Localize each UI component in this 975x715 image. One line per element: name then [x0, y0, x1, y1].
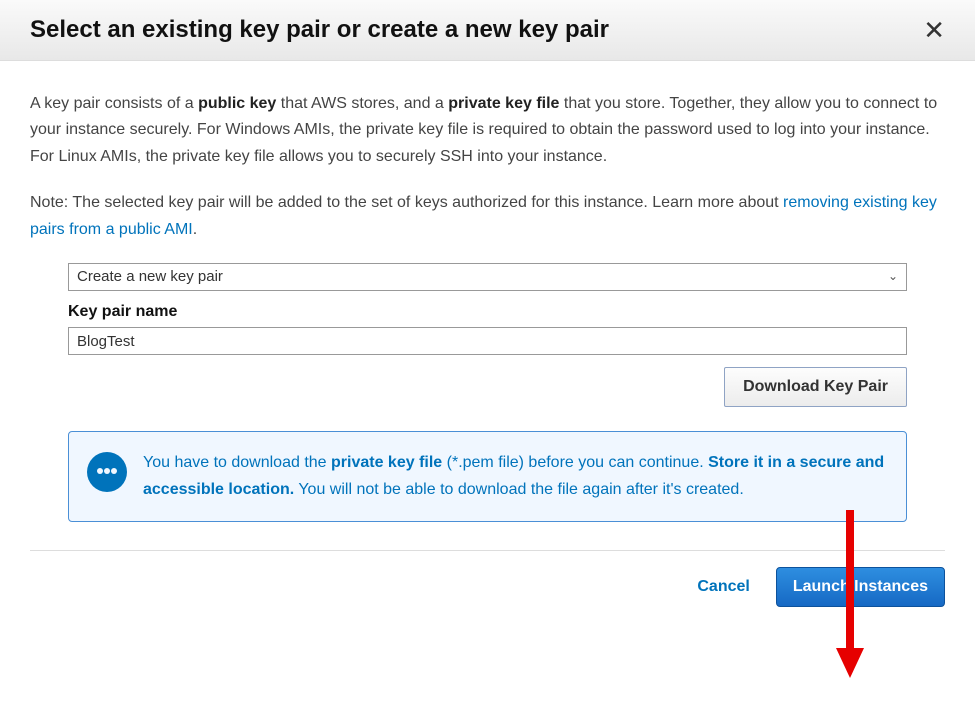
close-icon[interactable]: ✕	[923, 17, 945, 43]
info-callout: You have to download the private key fil…	[68, 431, 907, 522]
keypair-mode-select[interactable]: Create a new key pair ⌄	[68, 263, 907, 291]
keypair-name-input[interactable]	[68, 327, 907, 355]
form-area: Create a new key pair ⌄ Key pair name Do…	[30, 263, 945, 522]
dialog-body: A key pair consists of a public key that…	[0, 61, 975, 522]
download-row: Download Key Pair	[68, 367, 907, 407]
info-part: You will not be able to download the fil…	[294, 481, 744, 498]
chevron-down-icon: ⌄	[888, 267, 898, 287]
launch-instances-button[interactable]: Launch Instances	[776, 567, 945, 607]
info-part: (*.pem file) before you can continue.	[442, 454, 708, 471]
select-value: Create a new key pair	[77, 265, 223, 290]
info-text: You have to download the private key fil…	[143, 450, 886, 503]
cancel-button[interactable]: Cancel	[697, 578, 749, 596]
desc-bold-public-key: public key	[198, 95, 276, 112]
dialog-header: Select an existing key pair or create a …	[0, 0, 975, 61]
keypair-name-label: Key pair name	[68, 299, 907, 325]
desc-bold-private-key-file: private key file	[448, 95, 559, 112]
download-keypair-button[interactable]: Download Key Pair	[724, 367, 907, 407]
desc-part: A key pair consists of a	[30, 95, 198, 112]
info-icon	[87, 452, 127, 492]
dialog-footer: Cancel Launch Instances	[30, 550, 945, 623]
desc-part: that AWS stores, and a	[276, 95, 448, 112]
note-text: Note: The selected key pair will be adde…	[30, 190, 945, 243]
dialog-title: Select an existing key pair or create a …	[30, 16, 609, 44]
description-text: A key pair consists of a public key that…	[30, 91, 945, 170]
info-part: You have to download the	[143, 454, 331, 471]
info-bold-private-key-file: private key file	[331, 454, 442, 471]
note-part: .	[193, 221, 197, 238]
note-part: Note: The selected key pair will be adde…	[30, 194, 783, 211]
